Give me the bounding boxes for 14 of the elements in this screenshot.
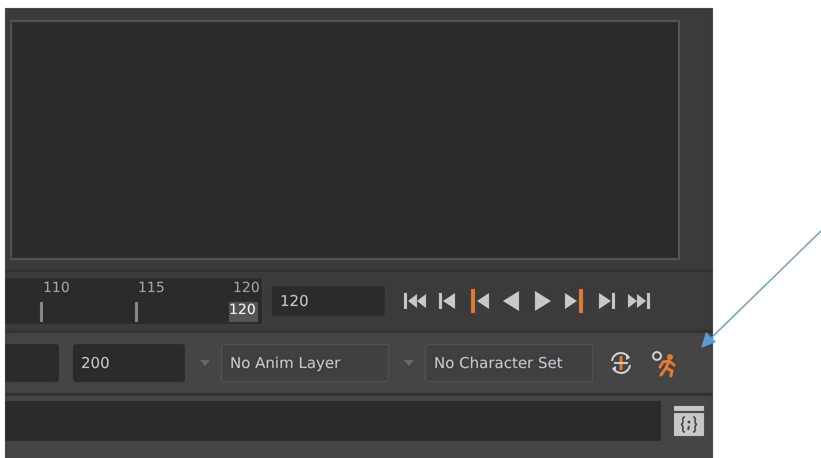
tick-label: 110 bbox=[43, 280, 70, 296]
timeline[interactable]: 110 115 120 120 bbox=[5, 278, 262, 324]
current-time-field[interactable]: 120 bbox=[272, 286, 385, 316]
go-to-start-icon[interactable] bbox=[403, 290, 429, 312]
tick-label: 120 bbox=[233, 280, 260, 296]
go-to-end-icon[interactable] bbox=[625, 290, 651, 312]
script-editor-icon[interactable] bbox=[673, 405, 705, 437]
range-start-field[interactable] bbox=[5, 344, 59, 382]
range-end-field[interactable]: 200 bbox=[73, 344, 185, 382]
current-frame-label: 120 bbox=[229, 302, 258, 322]
anim-layer-dropdown[interactable]: No Anim Layer bbox=[221, 344, 389, 382]
tick-label: 115 bbox=[138, 280, 165, 296]
command-line-field[interactable] bbox=[5, 401, 661, 441]
character-set-dropdown[interactable]: No Character Set bbox=[425, 344, 593, 382]
